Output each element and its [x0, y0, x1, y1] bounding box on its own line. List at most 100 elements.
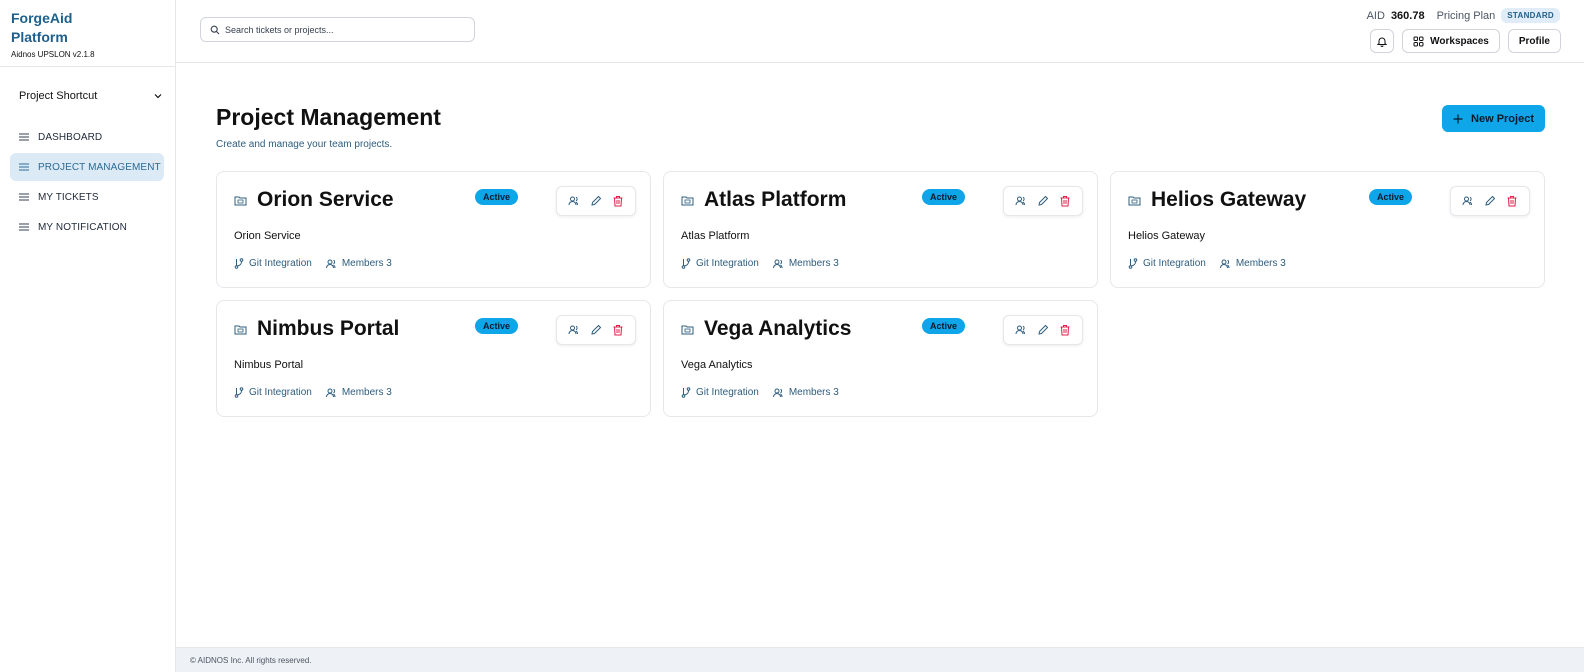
git-branch-icon: [681, 258, 691, 269]
menu-icon: [19, 163, 29, 171]
members-count: Members 3: [325, 387, 392, 398]
project-meta: Git Integration Members 3: [681, 387, 839, 398]
sidebar-nav: DASHBOARD PROJECT MANAGEMENT MY TICKETS …: [0, 123, 175, 241]
sidebar-item-project-management[interactable]: PROJECT MANAGEMENT: [10, 153, 164, 181]
members-label: Members 3: [788, 387, 839, 398]
delete-button[interactable]: [611, 323, 625, 337]
users-icon: [1219, 259, 1230, 268]
users-icon: [1015, 196, 1025, 206]
delete-button[interactable]: [1058, 323, 1072, 337]
git-integration-link[interactable]: Git Integration: [681, 258, 759, 269]
edit-button[interactable]: [589, 194, 603, 208]
menu-icon: [19, 193, 29, 201]
project-shortcut-dropdown[interactable]: Project Shortcut: [19, 87, 163, 105]
copyright-text: © AIDNOS Inc. All rights reserved.: [190, 655, 312, 665]
project-title[interactable]: Helios Gateway: [1151, 188, 1306, 212]
git-integration-link[interactable]: Git Integration: [1128, 258, 1206, 269]
project-title[interactable]: Orion Service: [257, 188, 394, 212]
menu-icon: [19, 133, 29, 141]
workspaces-button[interactable]: Workspaces: [1402, 29, 1500, 53]
git-branch-icon: [234, 258, 244, 269]
members-button[interactable]: [567, 194, 581, 208]
trash-icon: [1507, 196, 1517, 207]
members-label: Members 3: [788, 258, 839, 269]
project-meta: Git Integration Members 3: [234, 387, 392, 398]
project-meta: Git Integration Members 3: [1128, 258, 1286, 269]
aid-label: AID: [1366, 9, 1385, 22]
users-icon: [1462, 196, 1472, 206]
members-label: Members 3: [1235, 258, 1286, 269]
project-description: Atlas Platform: [681, 230, 750, 242]
project-card-header: Helios Gateway: [1128, 188, 1306, 212]
git-branch-icon: [681, 387, 691, 398]
project-title[interactable]: Nimbus Portal: [257, 317, 399, 341]
new-project-button[interactable]: New Project: [1442, 105, 1545, 132]
git-integration-link[interactable]: Git Integration: [681, 387, 759, 398]
project-card-header: Vega Analytics: [681, 317, 851, 341]
folder-icon: [234, 196, 247, 205]
new-project-label: New Project: [1471, 112, 1534, 125]
trash-icon: [613, 325, 623, 336]
header-actions: Workspaces Profile: [1370, 29, 1561, 53]
project-card-header: Orion Service: [234, 188, 394, 212]
status-badge: Active: [475, 189, 519, 205]
project-card[interactable]: Vega Analytics Active Vega Analytics Git…: [663, 300, 1098, 417]
project-grid: Orion Service Active Orion Service Git I…: [216, 171, 1545, 417]
grid-icon: [1413, 36, 1424, 46]
project-actions: [1003, 315, 1083, 345]
edit-button[interactable]: [1036, 194, 1050, 208]
brand: ForgeAid Platform Aidnos UPSLON v2.1.8: [0, 0, 175, 67]
project-card-header: Atlas Platform: [681, 188, 846, 212]
sidebar-item-label: MY TICKETS: [38, 191, 99, 203]
sidebar-item-label: PROJECT MANAGEMENT: [38, 161, 161, 173]
sidebar-item-label: DASHBOARD: [38, 131, 103, 143]
brand-title[interactable]: ForgeAid Platform: [11, 9, 91, 47]
users-icon: [1015, 325, 1025, 335]
pencil-icon: [1485, 195, 1496, 206]
members-button[interactable]: [1014, 323, 1028, 337]
users-icon: [568, 325, 578, 335]
project-card[interactable]: Atlas Platform Active Atlas Platform Git…: [663, 171, 1098, 288]
edit-button[interactable]: [589, 323, 603, 337]
sidebar-item-my-notification[interactable]: MY NOTIFICATION: [10, 213, 164, 241]
pricing-plan-label: Pricing Plan: [1436, 9, 1496, 22]
members-count: Members 3: [1219, 258, 1286, 269]
footer: © AIDNOS Inc. All rights reserved.: [176, 647, 1584, 672]
edit-button[interactable]: [1483, 194, 1497, 208]
search-bar[interactable]: [200, 17, 475, 42]
project-card[interactable]: Nimbus Portal Active Nimbus Portal Git I…: [216, 300, 651, 417]
users-icon: [568, 196, 578, 206]
sidebar-item-my-tickets[interactable]: MY TICKETS: [10, 183, 164, 211]
members-button[interactable]: [567, 323, 581, 337]
project-actions: [556, 315, 636, 345]
plan-badge: STANDARD: [1501, 8, 1560, 23]
members-button[interactable]: [1461, 194, 1475, 208]
delete-button[interactable]: [1505, 194, 1519, 208]
git-integration-label: Git Integration: [1143, 258, 1206, 269]
git-integration-link[interactable]: Git Integration: [234, 387, 312, 398]
project-title[interactable]: Atlas Platform: [704, 188, 846, 212]
users-icon: [772, 259, 783, 268]
profile-label: Profile: [1518, 35, 1550, 47]
workspaces-label: Workspaces: [1430, 35, 1489, 47]
git-integration-link[interactable]: Git Integration: [234, 258, 312, 269]
project-card[interactable]: Helios Gateway Active Helios Gateway Git…: [1110, 171, 1545, 288]
delete-button[interactable]: [611, 194, 625, 208]
members-button[interactable]: [1014, 194, 1028, 208]
project-card[interactable]: Orion Service Active Orion Service Git I…: [216, 171, 651, 288]
project-title[interactable]: Vega Analytics: [704, 317, 851, 341]
delete-button[interactable]: [1058, 194, 1072, 208]
notifications-button[interactable]: [1370, 29, 1395, 53]
users-icon: [325, 388, 336, 397]
users-icon: [325, 259, 336, 268]
search-input[interactable]: [225, 24, 465, 35]
aid-value: 360.78: [1390, 9, 1425, 22]
git-branch-icon: [1128, 258, 1138, 269]
pencil-icon: [591, 324, 602, 335]
sidebar-item-dashboard[interactable]: DASHBOARD: [10, 123, 164, 151]
project-description: Orion Service: [234, 230, 301, 242]
account-summary: AID 360.78 Pricing Plan STANDARD: [1367, 8, 1560, 23]
profile-button[interactable]: Profile: [1507, 29, 1561, 53]
edit-button[interactable]: [1036, 323, 1050, 337]
git-integration-label: Git Integration: [249, 387, 312, 398]
